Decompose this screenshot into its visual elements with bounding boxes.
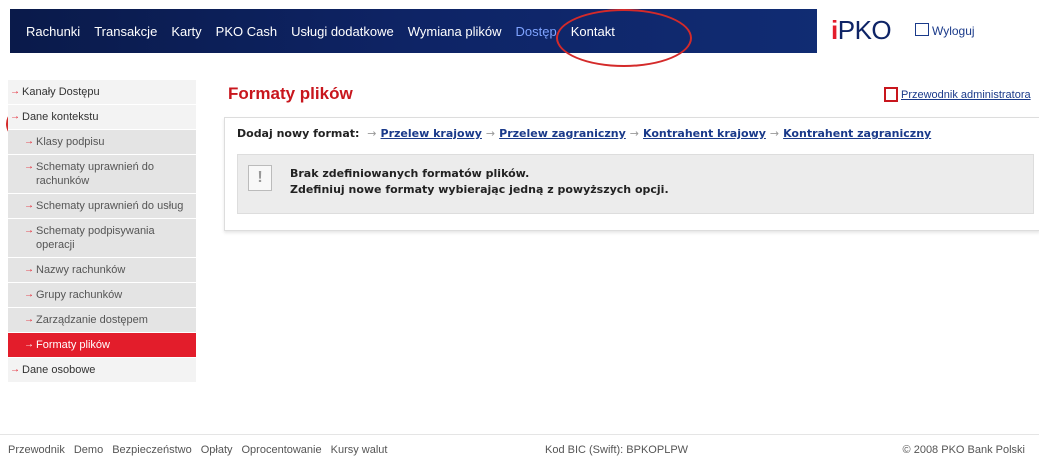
sidebar-item-4[interactable]: → Schematy uprawnień do usług bbox=[8, 194, 196, 219]
footer-link-0[interactable]: Przewodnik bbox=[8, 444, 65, 456]
arrow-icon: → bbox=[629, 127, 640, 140]
footer-links: Przewodnik Demo Bezpieczeństwo Opłaty Oproce… bbox=[8, 444, 396, 456]
format-link-0[interactable]: Przelew krajowy bbox=[381, 127, 482, 140]
message-line-2: Zdefiniuj nowe formaty wybierając jedną … bbox=[290, 183, 669, 196]
nav-item-6[interactable]: Dostęp bbox=[516, 24, 557, 39]
pdf-icon bbox=[884, 87, 898, 102]
nav-item-0[interactable]: Rachunki bbox=[26, 24, 80, 39]
arrow-icon: → bbox=[24, 314, 34, 325]
footer-link-1[interactable]: Demo bbox=[74, 444, 103, 456]
admin-guide-link[interactable]: Przewodnik administratora bbox=[884, 87, 1031, 102]
arrow-icon: → bbox=[367, 127, 377, 140]
sidebar-item-8[interactable]: → Zarządzanie dostępem bbox=[8, 308, 196, 333]
nav-item-4[interactable]: Usługi dodatkowe bbox=[291, 24, 394, 39]
footer-link-2[interactable]: Bezpieczeństwo bbox=[112, 444, 192, 456]
nav-item-1[interactable]: Transakcje bbox=[94, 24, 157, 39]
sidebar-item-3[interactable]: → Schematy uprawnień do rachunków bbox=[8, 155, 196, 194]
message-line-1: Brak zdefiniowanych formatów plików. bbox=[290, 167, 530, 180]
sidebar-item-label: Formaty plików bbox=[36, 339, 110, 351]
footer: Przewodnik Demo Bezpieczeństwo Opłaty Oproce… bbox=[0, 434, 1039, 463]
nav-item-2[interactable]: Karty bbox=[171, 24, 201, 39]
ipko-logo: iPKO bbox=[831, 15, 892, 45]
sidebar-item-label: Klasy podpisu bbox=[36, 136, 105, 148]
arrow-icon: → bbox=[24, 161, 34, 172]
sidebar-item-label: Dane osobowe bbox=[22, 364, 96, 376]
arrow-icon: → bbox=[10, 364, 20, 375]
format-link-1[interactable]: Przelew zagraniczny bbox=[499, 127, 626, 140]
arrow-icon: → bbox=[10, 111, 20, 122]
format-link-2[interactable]: Kontrahent krajowy bbox=[643, 127, 766, 140]
sidebar-item-label: Schematy uprawnień do usług bbox=[36, 200, 184, 212]
page-title: Formaty plików bbox=[228, 84, 353, 103]
add-format-label: Dodaj nowy format: bbox=[237, 127, 360, 140]
bic-code: Kod BIC (Swift): BPKOPLPW bbox=[545, 444, 689, 456]
sidebar-item-2[interactable]: → Klasy podpisu bbox=[8, 130, 196, 155]
info-message: ! Brak zdefiniowanych formatów plików. Z… bbox=[237, 154, 1034, 214]
sidebar-item-6[interactable]: → Nazwy rachunków bbox=[8, 258, 196, 283]
formats-panel: Dodaj nowy format: → Przelew krajowy → Prze… bbox=[224, 117, 1039, 231]
sidebar-item-label: Dane kontekstu bbox=[22, 111, 99, 123]
sidebar-item-label: Nazwy rachunków bbox=[36, 264, 126, 276]
footer-link-5[interactable]: Kursy walut bbox=[331, 444, 388, 456]
warning-icon: ! bbox=[248, 165, 272, 191]
arrow-icon: → bbox=[24, 339, 34, 350]
sidebar-item-label: Schematy podpisywania operacji bbox=[36, 225, 155, 251]
nav-item-3[interactable]: PKO Cash bbox=[216, 24, 277, 39]
sidebar-item-1[interactable]: → Dane kontekstu bbox=[8, 105, 196, 130]
sidebar-menu: → Kanały Dostępu → Dane kontekstu → Klasy pod… bbox=[8, 80, 196, 383]
logout-label: Wyloguj bbox=[932, 24, 975, 38]
sidebar-item-label: Grupy rachunków bbox=[36, 289, 123, 301]
top-navigation-bar: Rachunki Transakcje Karty PKO Cash Usługi do… bbox=[10, 9, 1039, 53]
format-link-3[interactable]: Kontrahent zagraniczny bbox=[783, 127, 931, 140]
sidebar-item-10[interactable]: → Dane osobowe bbox=[8, 358, 196, 383]
sidebar-item-5[interactable]: → Schematy podpisywania operacji bbox=[8, 219, 196, 258]
add-format-row: Dodaj nowy format: → Przelew krajowy → Prze… bbox=[237, 127, 931, 140]
copyright: © 2008 PKO Bank Polski bbox=[902, 444, 1025, 456]
arrow-icon: → bbox=[485, 127, 496, 140]
nav-item-5[interactable]: Wymiana plików bbox=[408, 24, 502, 39]
sidebar-item-7[interactable]: → Grupy rachunków bbox=[8, 283, 196, 308]
arrow-icon: → bbox=[24, 264, 34, 275]
footer-link-3[interactable]: Opłaty bbox=[201, 444, 233, 456]
sidebar-item-9[interactable]: → Formaty plików bbox=[8, 333, 196, 358]
logout-icon bbox=[915, 23, 929, 36]
sidebar-item-label: Zarządzanie dostępem bbox=[36, 314, 148, 326]
nav-item-7[interactable]: Kontakt bbox=[571, 24, 615, 39]
sidebar-item-0[interactable]: → Kanały Dostępu bbox=[8, 80, 196, 105]
sidebar-item-label: Kanały Dostępu bbox=[22, 86, 100, 98]
logo-area: iPKO Wyloguj bbox=[817, 9, 1039, 53]
sidebar-item-label: Schematy uprawnień do rachunków bbox=[36, 161, 155, 187]
arrow-icon: → bbox=[24, 136, 34, 147]
footer-link-4[interactable]: Oprocentowanie bbox=[242, 444, 322, 456]
main-menu: Rachunki Transakcje Karty PKO Cash Usługi do… bbox=[10, 9, 629, 53]
admin-guide-label: Przewodnik administratora bbox=[901, 89, 1031, 101]
arrow-icon: → bbox=[24, 225, 34, 236]
arrow-icon: → bbox=[24, 200, 34, 211]
arrow-icon: → bbox=[10, 86, 20, 97]
logout-button[interactable]: Wyloguj bbox=[915, 23, 975, 38]
arrow-icon: → bbox=[769, 127, 780, 140]
arrow-icon: → bbox=[24, 289, 34, 300]
